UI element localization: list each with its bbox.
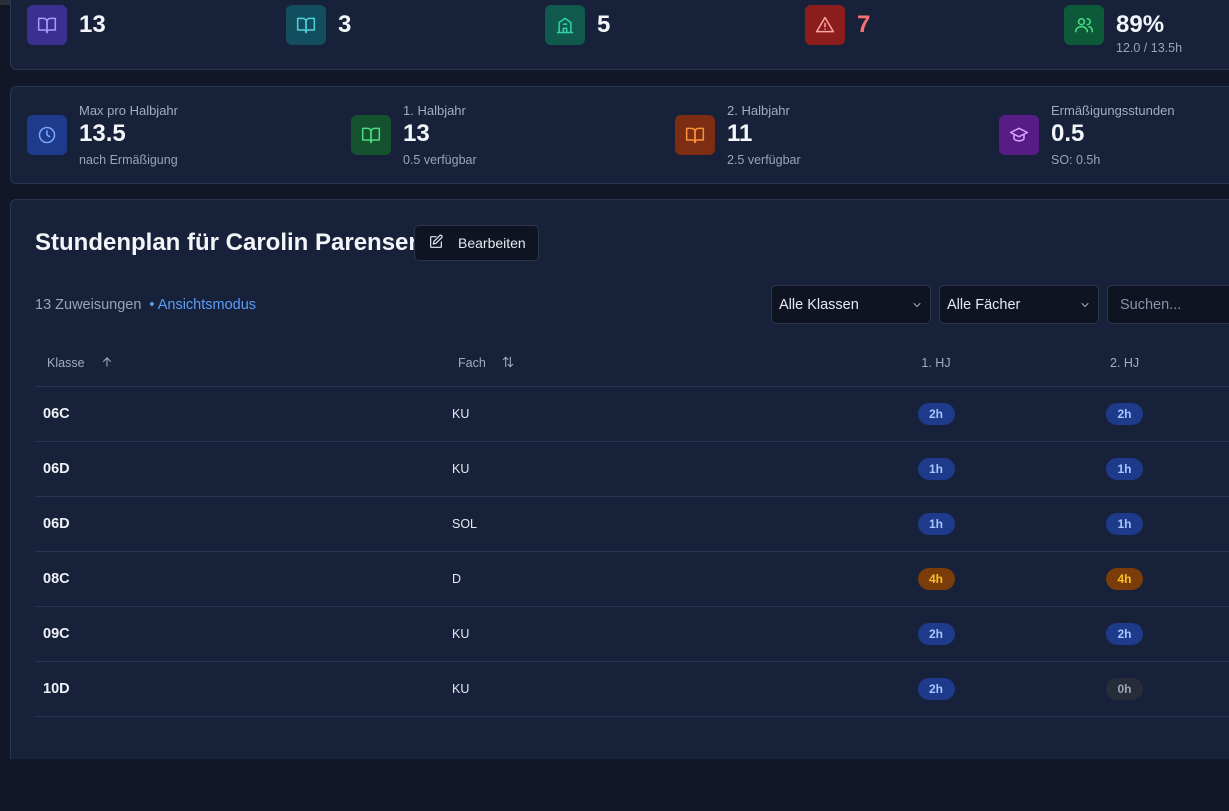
subject-filter-select[interactable]: Alle Fächer — [939, 285, 1099, 324]
class-filter-select[interactable]: Alle Klassen — [771, 285, 931, 324]
table-row: 06D KU 1h 1h — [35, 441, 1229, 497]
hours-badge: 2h — [1106, 622, 1143, 645]
stat-value: 3 — [338, 11, 352, 38]
class-filter-value: Alle Klassen — [779, 296, 859, 313]
cell-fach: KU — [445, 386, 865, 442]
stat-value: 13 — [79, 11, 106, 38]
edit-icon — [428, 234, 444, 253]
stat-subtext: 12.0 / 13.5h — [1116, 41, 1183, 55]
subject-filter-value: Alle Fächer — [947, 296, 1021, 313]
users-icon — [1064, 5, 1104, 45]
hours-badge: 2h — [917, 402, 955, 425]
assignment-count: 13 Zuweisungen — [35, 297, 142, 313]
stat-subtext: SO: 0.5h — [1051, 153, 1101, 167]
hours-badge: 1h — [1106, 512, 1143, 535]
column-header-fach[interactable]: Fach — [445, 341, 865, 387]
stat-label: 2. Halbjahr — [727, 103, 790, 118]
cell-fach: KU — [445, 606, 865, 662]
assignment-summary: 13 Zuweisungen • Ansichtsmodus — [35, 297, 256, 313]
hours-badge: 1h — [917, 457, 955, 480]
hours-badge: 0h — [1106, 677, 1143, 700]
cell-klasse: 06D — [35, 496, 445, 552]
stat-label: Max pro Halbjahr — [79, 103, 178, 118]
book-open-icon — [286, 5, 326, 45]
chevron-down-icon — [911, 299, 923, 315]
school-building-icon — [545, 5, 585, 45]
page-title: Stundenplan für Carolin Parensen — [35, 229, 424, 256]
cell-fach: KU — [445, 441, 865, 497]
table-row: 06C KU 2h 2h — [35, 386, 1229, 442]
hours-badge: 4h — [1106, 567, 1143, 590]
stat-label: Ermäßigungsstunden — [1051, 103, 1175, 118]
schedule-card: Stundenplan für Carolin Parensen Bearbei… — [10, 199, 1229, 759]
cell-klasse: 08C — [35, 551, 445, 607]
sort-ascending-icon — [100, 355, 114, 372]
hours-badge: 2h — [1106, 402, 1143, 425]
summary-card-hours: Max pro Halbjahr 13.5 nach Ermäßigung 1.… — [10, 86, 1229, 184]
hours-badge: 2h — [917, 677, 955, 700]
stat-value: 7 — [857, 11, 871, 38]
edit-button[interactable]: Bearbeiten — [414, 225, 539, 261]
graduation-cap-icon — [999, 115, 1039, 155]
clock-icon — [27, 115, 67, 155]
table-row: 09C KU 2h 2h — [35, 606, 1229, 662]
cell-fach: KU — [445, 661, 865, 717]
cell-fach: SOL — [445, 496, 865, 552]
hours-badge: 1h — [917, 512, 955, 535]
table-header-row: Klasse Fach 1. HJ 2. HJ — [35, 341, 1229, 387]
stat-subtext: 2.5 verfügbar — [727, 153, 801, 167]
view-mode-indicator: • Ansichtsmodus — [149, 297, 257, 313]
table-row: 06D SOL 1h 1h — [35, 496, 1229, 552]
stat-subtext: nach Ermäßigung — [79, 153, 178, 167]
stat-value: 89% — [1116, 11, 1165, 38]
chevron-down-icon — [1079, 299, 1091, 315]
book-open-icon — [27, 5, 67, 45]
table-row: 10D KU 2h 0h — [35, 661, 1229, 717]
cell-klasse: 10D — [35, 661, 445, 717]
alert-triangle-icon — [805, 5, 845, 45]
column-header-klasse[interactable]: Klasse — [35, 341, 445, 387]
sort-toggle-icon — [501, 355, 515, 372]
stat-value: 11 — [727, 120, 753, 147]
table-row: 08C D 4h 4h — [35, 551, 1229, 607]
column-header-label: Fach — [458, 355, 486, 370]
hours-badge: 2h — [917, 622, 955, 645]
column-header-label: Klasse — [47, 355, 85, 370]
stat-value: 0.5 — [1051, 120, 1085, 147]
stat-label: 1. Halbjahr — [403, 103, 466, 118]
summary-card-top: 13 3 5 7 89% 12.0 / 13.5h — [10, 0, 1229, 70]
column-header-hj1: 1. HJ — [865, 341, 1007, 387]
stat-subtext: 0.5 verfügbar — [403, 153, 477, 167]
cell-klasse: 06D — [35, 441, 445, 497]
search-input[interactable] — [1120, 296, 1229, 313]
stat-value: 5 — [597, 11, 611, 38]
book-open-icon — [351, 115, 391, 155]
cell-klasse: 06C — [35, 386, 445, 442]
column-header-hj2: 2. HJ — [1007, 341, 1229, 387]
hours-badge: 1h — [1106, 457, 1143, 480]
hours-badge: 4h — [917, 567, 955, 590]
stat-value: 13 — [403, 120, 430, 147]
cell-fach: D — [445, 551, 865, 607]
edit-button-label: Bearbeiten — [458, 235, 526, 251]
book-open-icon — [675, 115, 715, 155]
assignments-table: Klasse Fach 1. HJ 2. HJ 06C KU 2h 2h 06D — [35, 341, 1229, 717]
search-box[interactable] — [1107, 285, 1229, 324]
cell-klasse: 09C — [35, 606, 445, 662]
stat-value: 13.5 — [79, 120, 126, 147]
